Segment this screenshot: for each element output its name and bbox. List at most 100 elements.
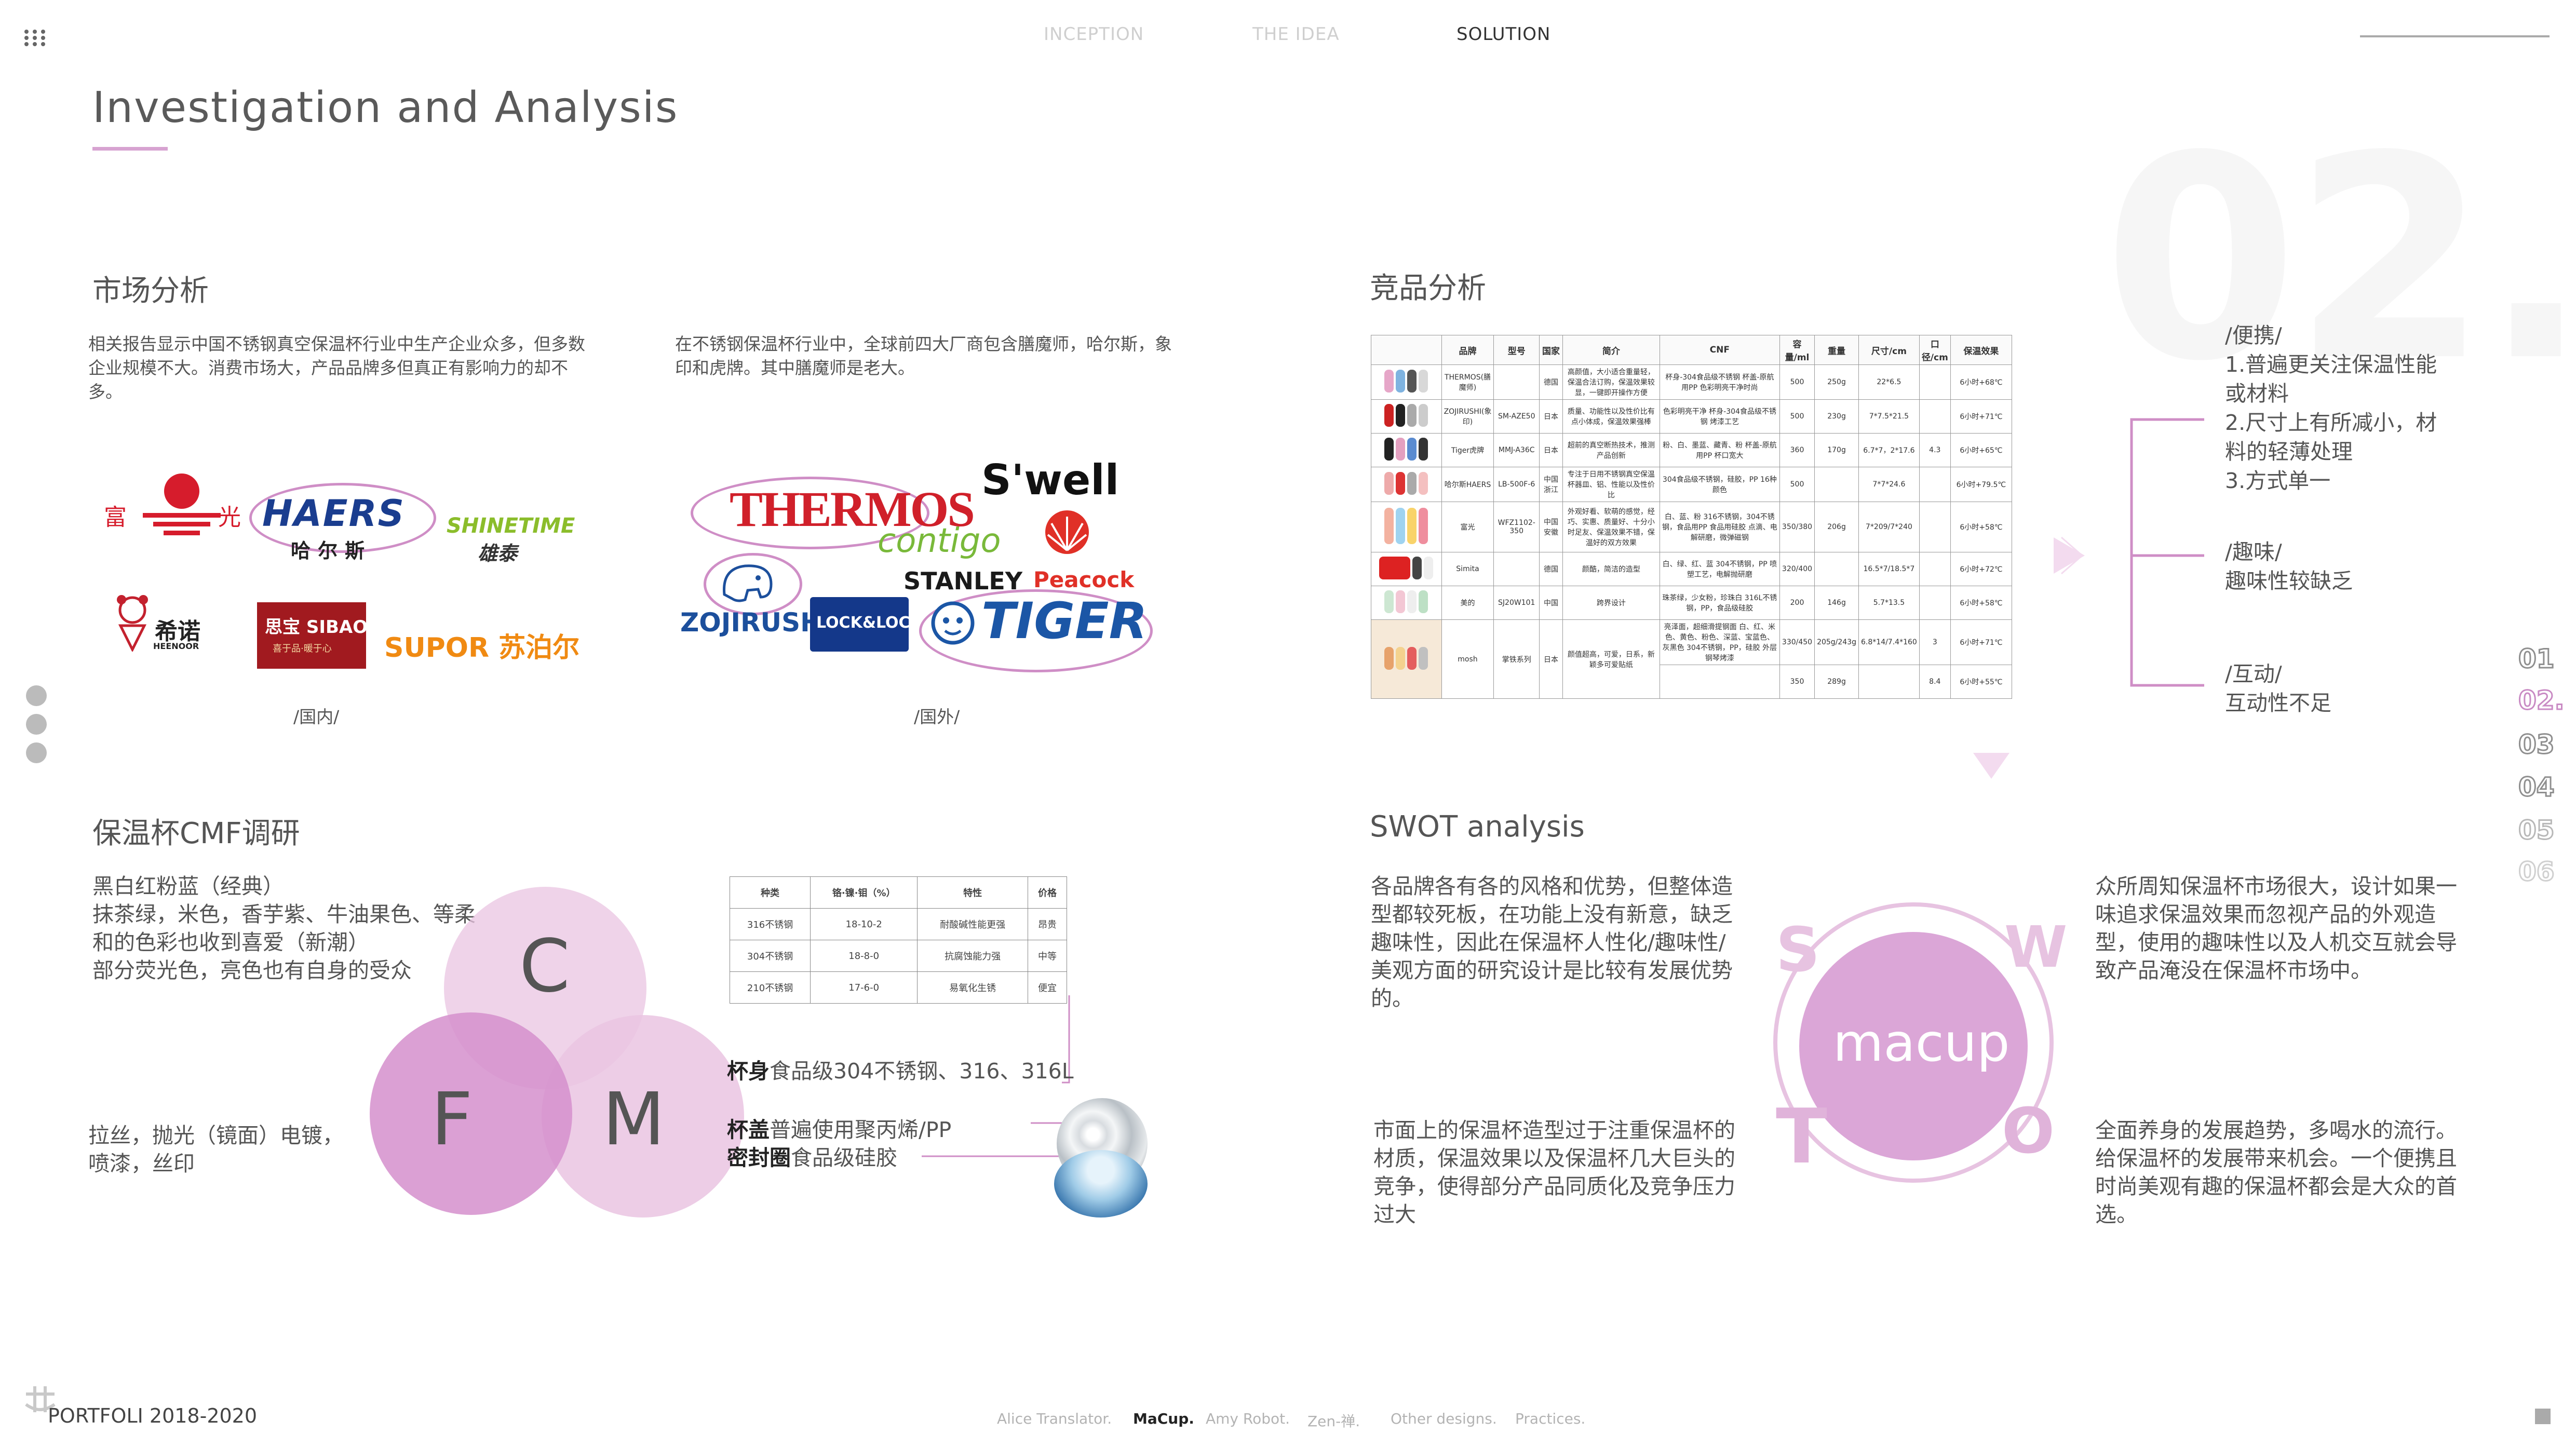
supor-logo: SUPOR 苏泊尔	[384, 632, 580, 664]
shinetime-logo-cn: 雄泰	[478, 542, 518, 565]
col-model: 型号	[1493, 335, 1540, 365]
product-thumb	[1371, 552, 1442, 586]
tab-the-idea[interactable]: THE IDEA	[1252, 24, 1340, 45]
swot-center-label: macup	[1833, 1012, 2010, 1073]
swot-opportunity-text: 全面养身的发展趋势，多喝水的流行。给保温杯的发展带来机会。一个便携且时尚美观有趣…	[2095, 1118, 2457, 1227]
corner-square-icon[interactable]	[2535, 1409, 2551, 1424]
domestic-logo-group: 富 光 HAERS 哈尔斯 SHINETIME 雄泰 希诺 HEENOOR 思宝…	[93, 457, 579, 675]
col-insulation: 保温效果	[1950, 335, 2012, 365]
heenoor-logo-en: HEENOOR	[153, 641, 199, 651]
col-capacity: 容量/ml	[1779, 335, 1815, 365]
col-caliber: 口径/cm	[1919, 335, 1951, 365]
top-right-divider	[2360, 35, 2550, 37]
swot-letter-o: O	[2002, 1096, 2055, 1168]
haers-logo-cn: 哈尔斯	[291, 539, 372, 562]
col-intro: 简介	[1562, 335, 1660, 365]
grid-menu-icon[interactable]	[23, 29, 48, 47]
footer-link-amy[interactable]: Amy Robot.	[1206, 1410, 1290, 1427]
competitor-table: 品牌 型号 国家 简介 CNF 容量/ml 重量 尺寸/cm 口径/cm 保温效…	[1371, 335, 2012, 729]
venn-letter-f: F	[431, 1077, 473, 1162]
peacock-icon	[1044, 509, 1090, 556]
silicone-tubes-image	[1054, 1150, 1148, 1218]
footer-link-alice[interactable]: Alice Translator.	[997, 1410, 1112, 1427]
down-arrow-icon	[1971, 750, 2012, 781]
page-link-02[interactable]: 02.	[2518, 685, 2566, 716]
swot-title: SWOT analysis	[1370, 810, 1585, 844]
right-arrow-icon	[2051, 535, 2087, 576]
zojirushi-elephant-icon	[717, 558, 779, 605]
footer-link-other[interactable]: Other designs.	[1391, 1410, 1497, 1427]
product-thumb	[1371, 467, 1442, 502]
venn-letter-c: C	[519, 924, 570, 1009]
material-lid-text: 杯盖普遍使用聚丙烯/PP	[727, 1117, 952, 1142]
table-row: THERMOS(膳魔师) 德国 高颜值，大小适合重量轻，保温合法订购，保温效果较显，…	[1371, 364, 2012, 400]
tiger-logo: TIGER	[981, 592, 1148, 650]
table-row: mosh 掌铁系列 日本 颜值超高，可爱，日系，新颖多可爱贴纸 亮泽面，超细滑提钢面 白…	[1371, 619, 2012, 699]
col-country: 国家	[1539, 335, 1563, 365]
page-link-01[interactable]: 01	[2518, 643, 2556, 675]
tab-inception[interactable]: INCEPTION	[1044, 24, 1144, 45]
table-row: 美的 SJ20W101 中国 跨界设计 珠茶绿，少女粉，珍珠白 316L不锈钢，PP，食…	[1371, 586, 2012, 620]
shinetime-logo: SHINETIME	[447, 514, 575, 538]
table-row: 304不锈钢 18-8-0 抗腐蚀能力强 中等	[729, 940, 1068, 972]
page-link-06[interactable]: 06	[2518, 856, 2556, 888]
fuguang-logo-char-1: 富	[104, 504, 127, 531]
portfolio-caption: PORTFOLI 2018-2020	[48, 1404, 258, 1427]
domestic-label: /国内/	[293, 707, 340, 727]
col-brand: 品牌	[1441, 335, 1494, 365]
locknlock-logo: LOCK&LOCK	[816, 614, 922, 632]
contigo-logo: contigo	[878, 522, 1001, 560]
insight-portable: /便携/ 1.普遍更关注保温性能或材料 2.尺寸上有所减小，材料的轻薄处理 3.…	[2225, 323, 2437, 493]
page-title: Investigation and Analysis	[92, 83, 679, 132]
footer-link-macup[interactable]: MaCup.	[1133, 1410, 1194, 1427]
table-row: 316不锈钢 18-10-2 耐酸碱性能更强 昂贵	[729, 908, 1068, 940]
sibao-tagline: 喜于品·暖于心	[273, 643, 332, 654]
table-row: ZOJIRUSHI(象印) SM-AZE50 日本 质量、功能性以及性价比有点小体成，…	[1371, 399, 2012, 434]
material-seal-text: 密封圈食品级硅胶	[727, 1145, 897, 1170]
table-row: 哈尔斯HAERS LB-500F-6 中国浙江 专注于日用不锈钢真空保温杯器皿、铝、性…	[1371, 467, 2012, 502]
swell-logo: S'well	[981, 456, 1120, 504]
foreign-logo-group: THERMOS S'well contigo STANLEY Peacock Z…	[680, 452, 1179, 685]
insight-bracket	[2126, 418, 2209, 688]
fuguang-logo-mark	[138, 472, 226, 540]
col-thumb	[1371, 335, 1442, 365]
insight-interaction: /互动/ 互动性不足	[2225, 661, 2331, 715]
product-thumb	[1371, 364, 1442, 400]
sibao-logo: 思宝 SIBAO	[265, 617, 368, 638]
page-link-03[interactable]: 03	[2518, 729, 2556, 761]
cmf-colors-text: 黑白红粉蓝（经典） 抹茶绿，米色，香芋紫、牛油果色、等柔和的色彩也收到喜爱（新潮…	[92, 874, 476, 983]
foreign-label: /国外/	[914, 707, 960, 727]
heenoor-bear-icon	[114, 594, 151, 653]
product-thumb	[1371, 619, 1442, 699]
swot-letter-s: S	[1776, 914, 1820, 985]
swot-threat-text: 市面上的保温杯造型过于注重保温杯的材质，保温效果以及保温杯几大巨头的竞争，使得部…	[1373, 1118, 1735, 1227]
col-size: 尺寸/cm	[1858, 335, 1920, 365]
table-row: Simita 德国 颜酷，简洁的造型 白、绿、红、蓝 304不锈钢，PP 喷塑工艺，电…	[1371, 552, 2012, 586]
product-thumb	[1371, 502, 1442, 552]
footer-link-zen[interactable]: Zen-禅.	[1307, 1410, 1360, 1431]
product-thumb	[1371, 433, 1442, 467]
table-row: Tiger虎牌 MMJ-A36C 日本 超前的真空断热技术，推测产品创新 粉、白、墨蓝、…	[1371, 433, 2012, 467]
footer-link-practices[interactable]: Practices.	[1515, 1410, 1585, 1427]
tab-solution[interactable]: SOLUTION	[1456, 24, 1550, 45]
market-para-1: 相关报告显示中国不锈钢真空保温杯行业中生产企业众多，但多数企业规模不大。消费市场…	[88, 334, 585, 402]
page-link-05[interactable]: 05	[2518, 815, 2556, 846]
material-body-text: 杯身食品级304不锈钢、316、316L	[727, 1059, 1074, 1084]
peacock-logo: Peacock	[1033, 567, 1135, 592]
product-thumb	[1371, 399, 1442, 434]
insight-fun: /趣味/ 趣味性较缺乏	[2225, 539, 2353, 593]
swot-strength-text: 各品牌各有各的风格和优势，但整体造型都较死板，在功能上没有新意，缺乏趣味性，因此…	[1371, 874, 1733, 1011]
cmf-title: 保温杯CMF调研	[92, 817, 300, 850]
title-underline	[92, 147, 168, 151]
competitor-analysis-title: 竞品分析	[1370, 272, 1486, 305]
market-analysis-title: 市场分析	[92, 274, 209, 308]
page-link-04[interactable]: 04	[2518, 772, 2556, 803]
market-para-2: 在不锈钢保温杯行业中，全球前四大厂商包含膳魔师，哈尔斯，象印和虎牌。其中膳魔师是…	[675, 334, 1172, 378]
venn-letter-m: M	[602, 1077, 665, 1162]
cmf-finish-text: 拉丝，抛光（镜面）电镀， 喷漆，丝印	[88, 1123, 344, 1176]
steel-grade-table: 种类 铬·镍·钼（%） 特性 价格 316不锈钢 18-10-2 耐酸碱性能更强 昂贵…	[729, 876, 1068, 1004]
swot-letter-w: W	[2004, 914, 2068, 980]
table-row: 富光 WFZ1102-350 中国安徽 外观好看、软萌的感觉，经巧、实惠、质量好、十分…	[1371, 502, 2012, 552]
swot-letter-t: T	[1776, 1093, 1827, 1181]
fuguang-logo-char-2: 光	[218, 504, 241, 531]
